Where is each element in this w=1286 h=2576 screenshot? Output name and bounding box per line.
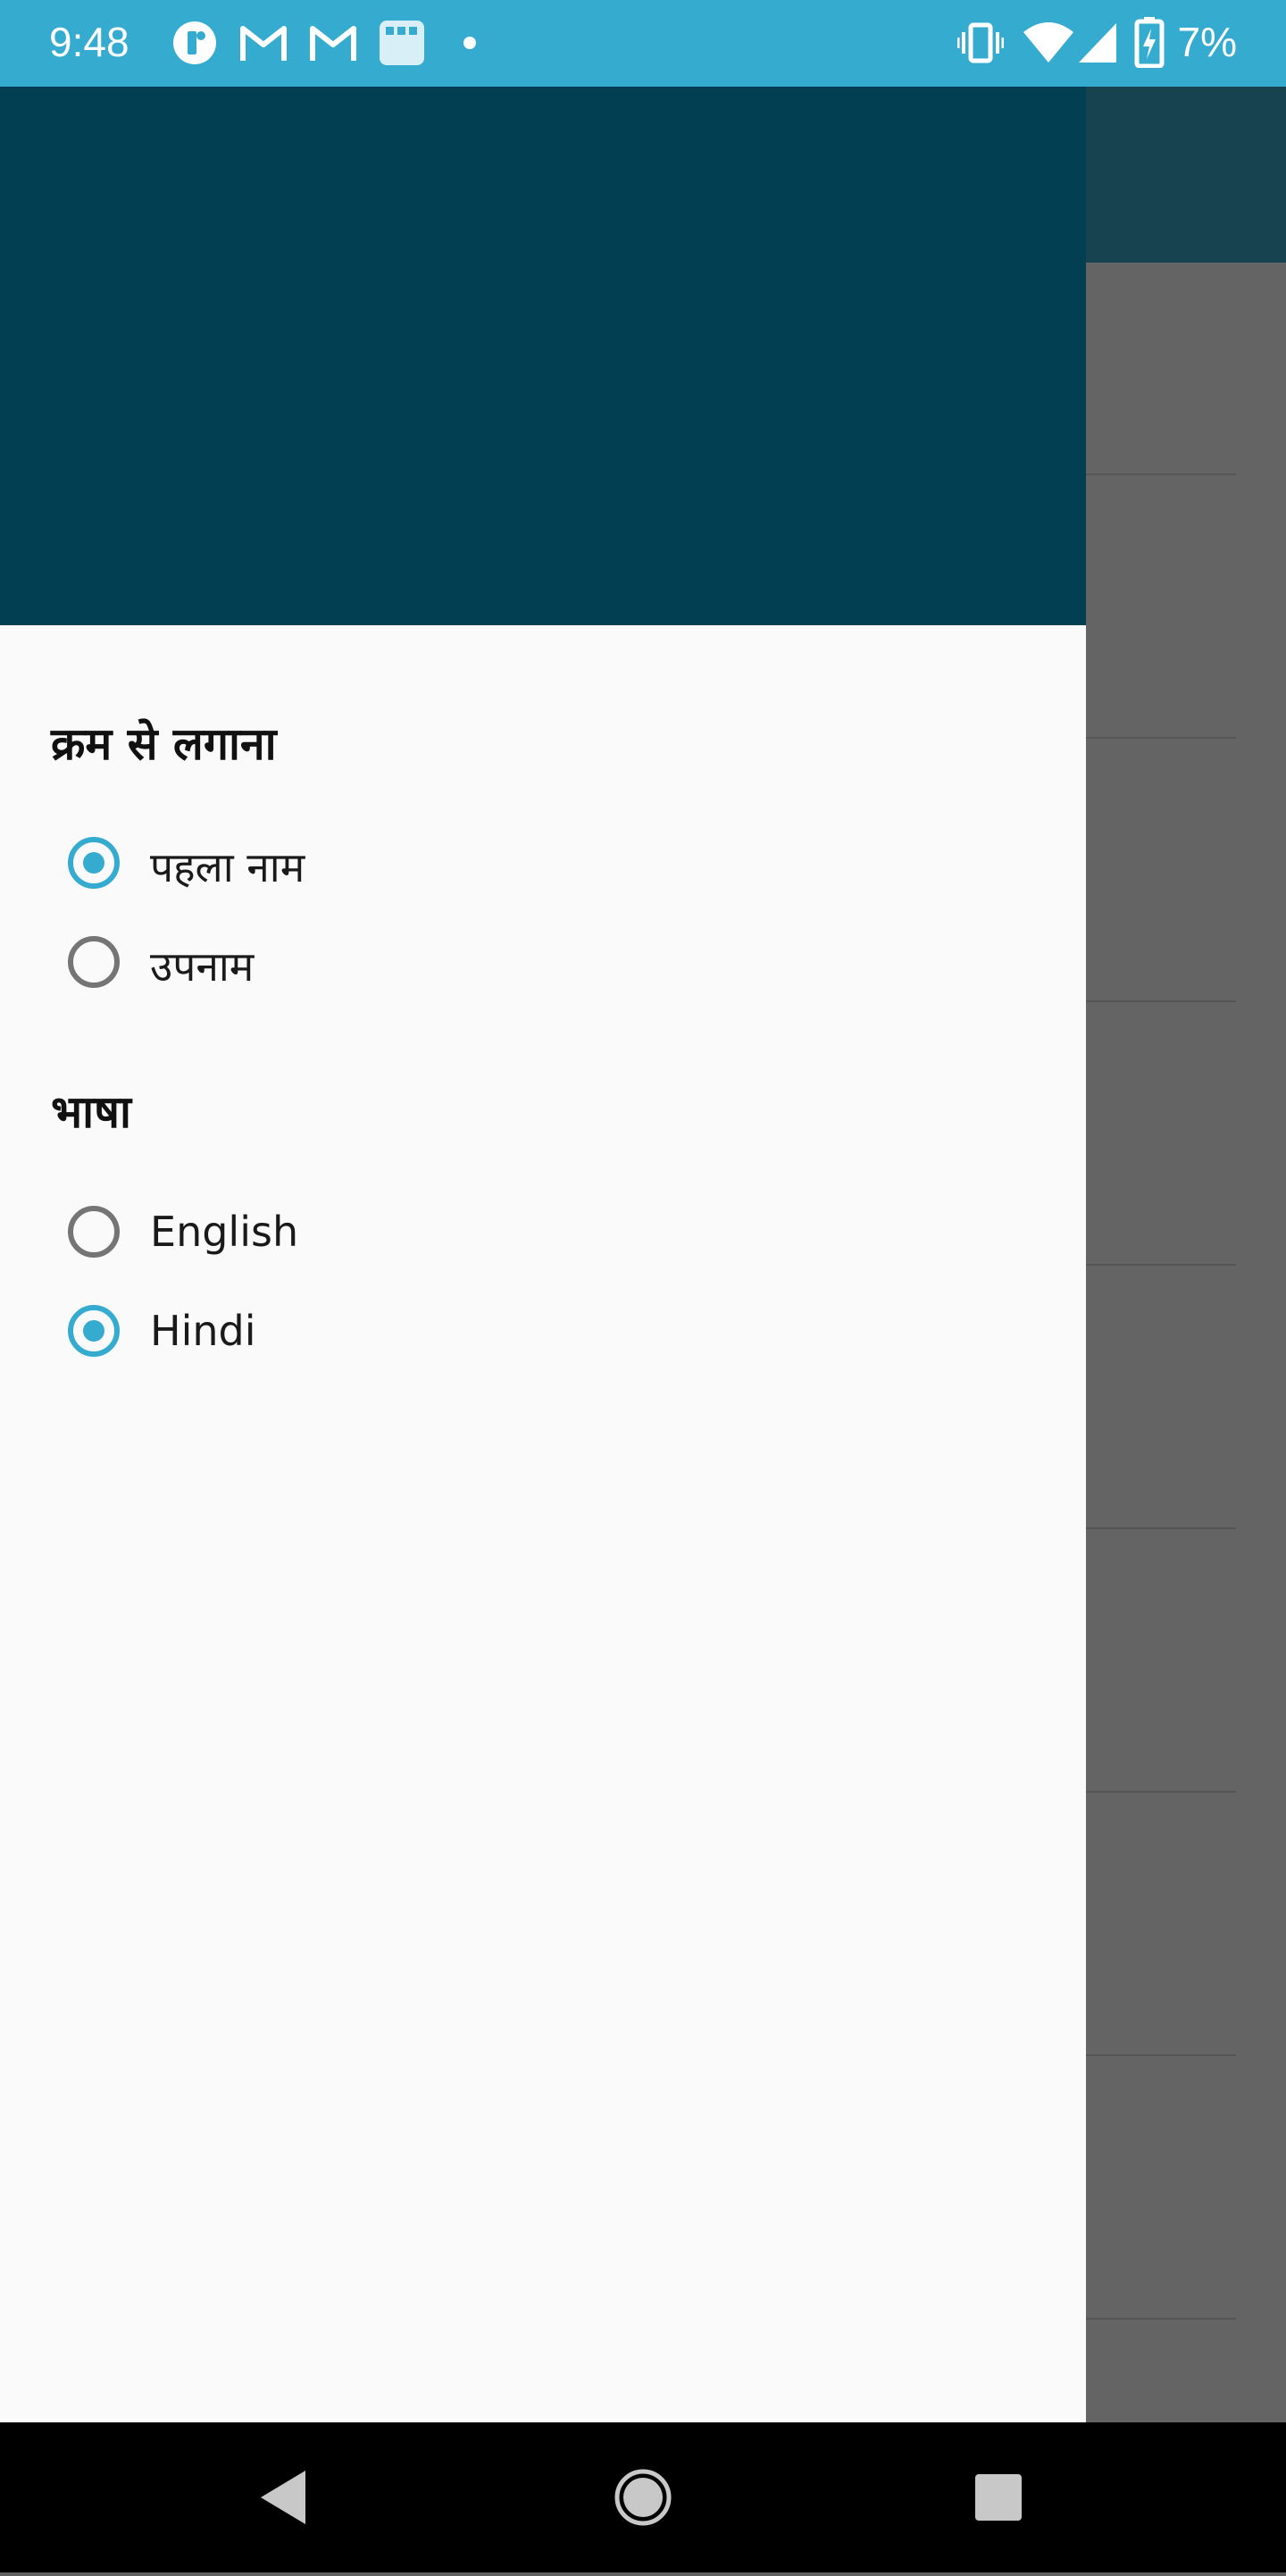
list-divider: [1086, 1791, 1236, 1793]
language-option-english[interactable]: English: [68, 1206, 872, 1277]
gmail-icon: [310, 26, 356, 61]
language-option-label: English: [150, 1208, 299, 1256]
list-divider: [1086, 2054, 1236, 2056]
back-icon: [261, 2471, 305, 2524]
home-button[interactable]: [568, 2422, 718, 2572]
recents-icon: [975, 2474, 1022, 2521]
language-option-hindi[interactable]: Hindi: [68, 1305, 872, 1376]
list-divider: [1086, 1000, 1236, 1002]
wifi-icon: [1023, 22, 1073, 63]
back-button[interactable]: [207, 2422, 357, 2572]
signal-icon: [1079, 23, 1116, 63]
radio-unchecked-icon[interactable]: [68, 936, 120, 988]
drawer-header: [0, 87, 1086, 625]
navigation-drawer: क्रम से लगाना पहला नाम उपनाम भाषा Englis…: [0, 87, 1086, 2422]
vibrate-icon: [957, 22, 1004, 63]
status-time: 9:48: [49, 19, 129, 65]
home-icon: [614, 2469, 672, 2526]
calendar-icon: [380, 21, 424, 65]
list-divider: [1086, 1527, 1236, 1529]
background-list[interactable]: [1086, 263, 1286, 2422]
sort-option-surname[interactable]: उपनाम: [68, 936, 872, 1008]
sort-option-label: उपनाम: [150, 942, 255, 991]
language-section-title: भाषा: [51, 1086, 131, 1138]
dot-icon: [463, 37, 476, 49]
list-divider: [1086, 2318, 1236, 2320]
sort-option-first-name[interactable]: पहला नाम: [68, 837, 872, 908]
status-bar: 9:48 7%: [0, 0, 1286, 87]
recents-button[interactable]: [923, 2422, 1073, 2572]
sort-option-label: पहला नाम: [150, 843, 305, 891]
list-divider: [1086, 473, 1236, 475]
battery-charging-icon: [1134, 17, 1165, 68]
app-icon: [173, 21, 216, 64]
background-app-bar: [1086, 87, 1286, 263]
gmail-icon: [240, 26, 287, 61]
radio-unchecked-icon[interactable]: [68, 1206, 120, 1258]
system-nav-bar: [0, 2422, 1286, 2572]
list-divider: [1086, 737, 1236, 739]
battery-percent: 7%: [1177, 19, 1237, 65]
list-divider: [1086, 1264, 1236, 1266]
language-option-label: Hindi: [150, 1307, 256, 1355]
radio-checked-icon[interactable]: [68, 1305, 120, 1357]
radio-checked-icon[interactable]: [68, 837, 120, 889]
sort-section-title: क्रम से लगाना: [51, 718, 277, 770]
